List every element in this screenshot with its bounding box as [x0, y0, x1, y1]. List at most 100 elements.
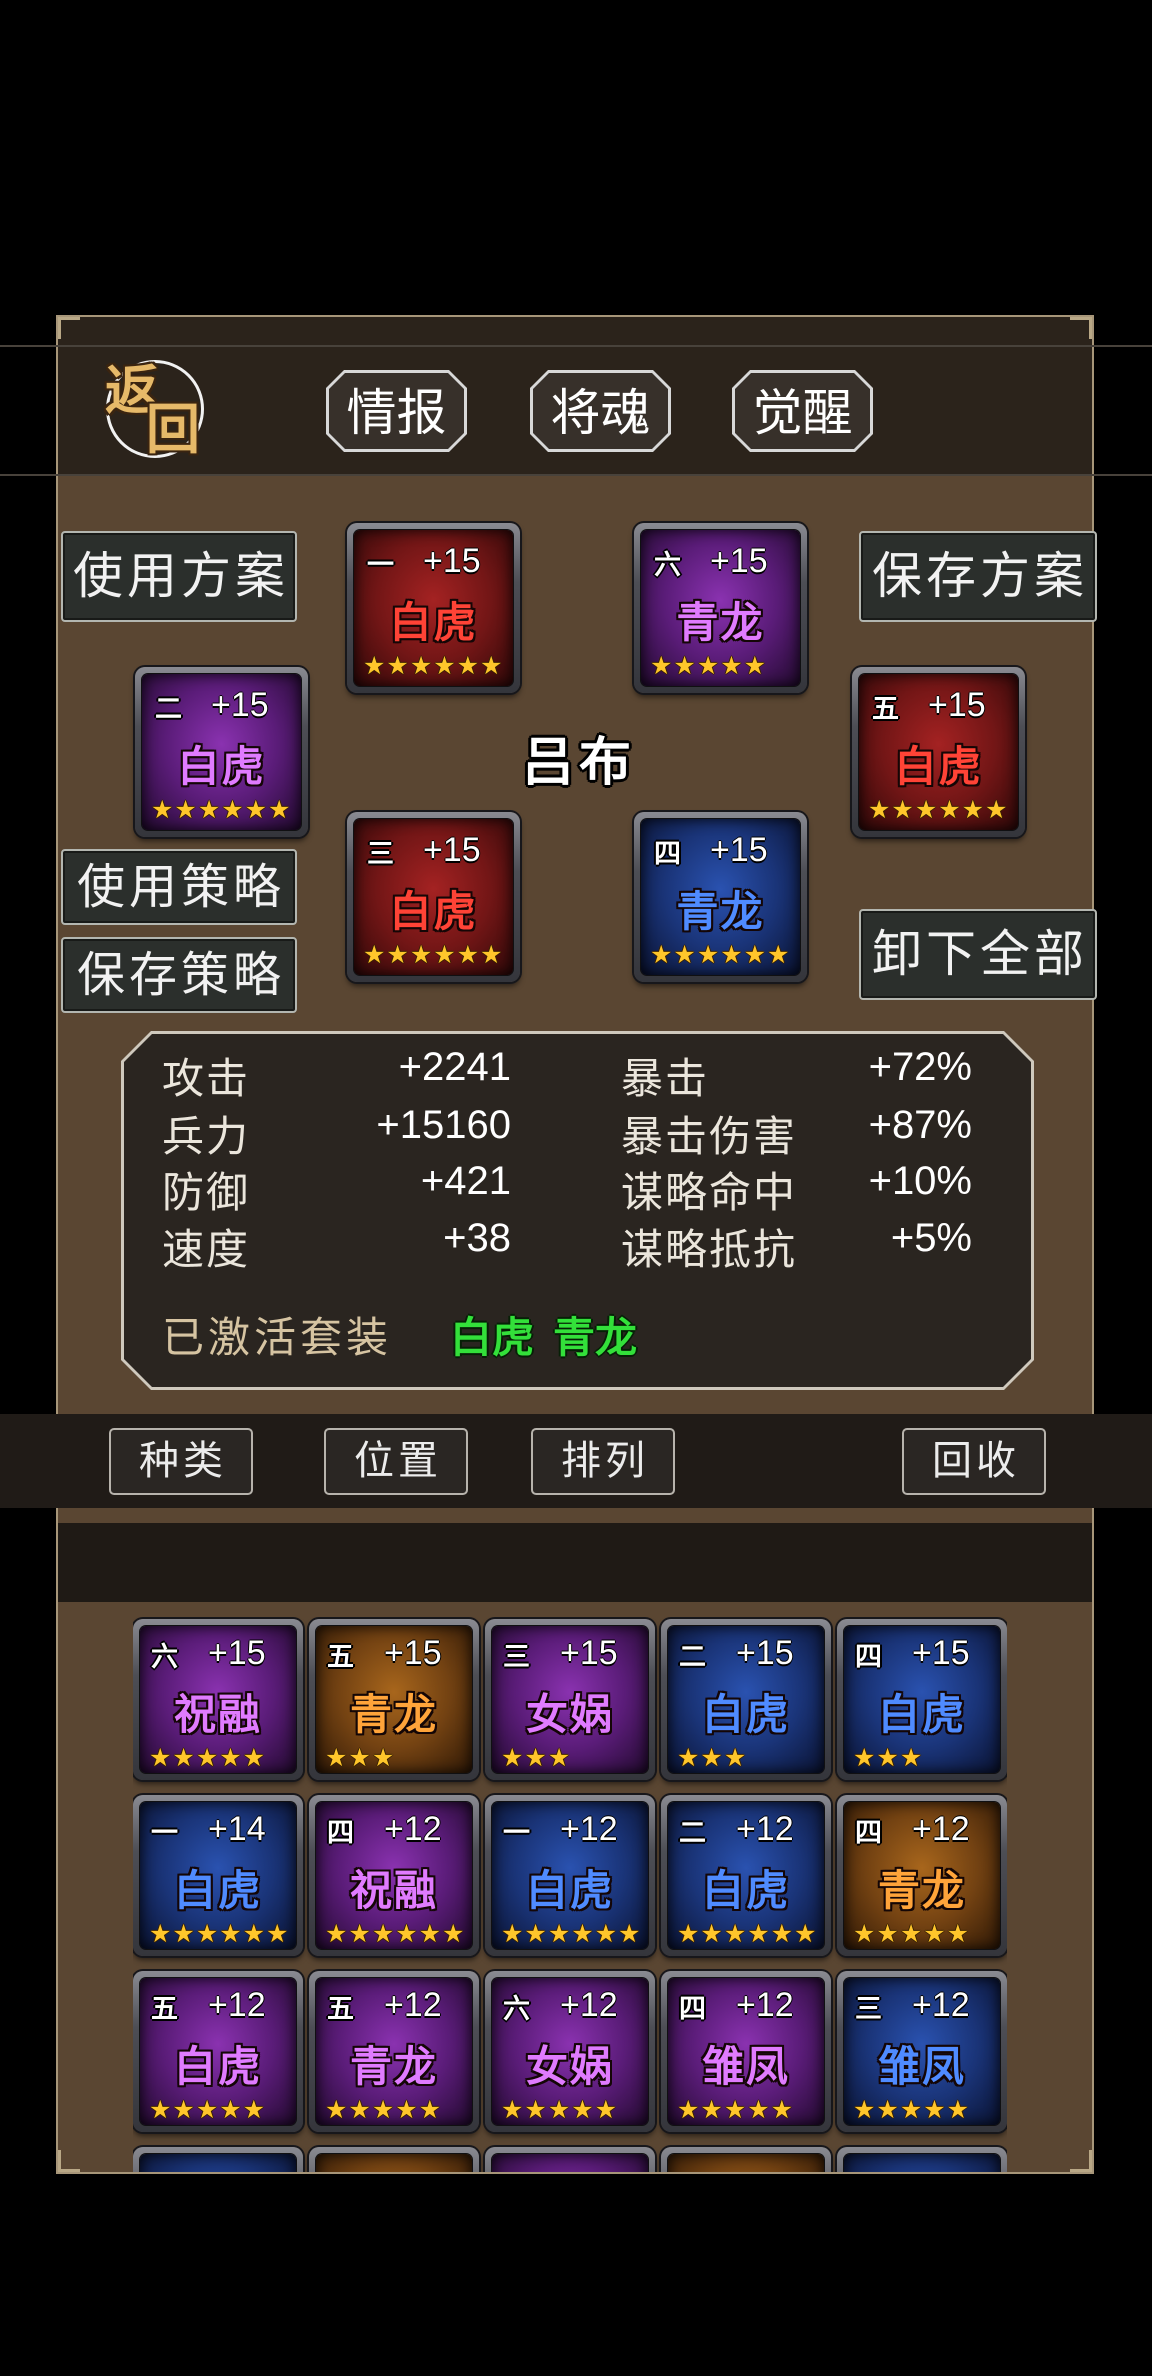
inventory-gem-card[interactable]: 四 +12 青龙 ★★★★★	[837, 1795, 1007, 1956]
inventory-gem-card[interactable]: 一 +14 白虎 ★★★★★★	[133, 1795, 303, 1956]
tab-label: 情报	[346, 384, 447, 442]
sort-button[interactable]: 排列	[531, 1428, 675, 1495]
save-plan-button[interactable]: 保存方案	[859, 531, 1097, 622]
tab-awaken[interactable]: 觉醒	[732, 370, 873, 452]
gem-slot-numeral: 二	[679, 1642, 706, 1673]
inventory-gem-card[interactable]: 四 +15 白虎 ★★★	[837, 1619, 1007, 1780]
stat-value: +10%	[868, 1159, 972, 1203]
inventory-gem-card[interactable]: 三 +12 雏凤 ★★★★★	[837, 1971, 1007, 2132]
inventory-gem-card[interactable]	[309, 2147, 479, 2172]
stat-value: +87%	[868, 1103, 972, 1147]
active-set-label: 已激活套装	[162, 1313, 393, 1362]
star-rating: ★★★★★	[650, 651, 768, 680]
use-plan-button[interactable]: 使用方案	[61, 531, 297, 622]
star-rating: ★★★★★	[853, 1919, 971, 1948]
slot-filter-button[interactable]: 位置	[324, 1428, 468, 1495]
tab-intel[interactable]: 情报	[326, 370, 467, 452]
inventory-gem-card[interactable]: 一 +12 白虎 ★★★★★★	[485, 1795, 655, 1956]
gem-enhance-level: +12	[560, 1810, 618, 1848]
equipped-gem-slot-4[interactable]: 四 +15 青龙 ★★★★★★	[634, 812, 807, 982]
star-rating: ★★★	[325, 1743, 396, 1772]
corner-ornament	[58, 317, 80, 339]
equipped-gem-slot-2[interactable]: 二 +15 白虎 ★★★★★★	[135, 667, 308, 837]
inventory-gem-card[interactable]: 四 +12 雏凤 ★★★★★	[661, 1971, 831, 2132]
gem-enhance-level: +15	[710, 542, 768, 580]
gem-slot-numeral: 一	[367, 550, 394, 581]
stat-value: +72%	[868, 1045, 972, 1089]
gem-enhance-level: +15	[423, 542, 481, 580]
gem-slot-numeral: 二	[155, 694, 182, 725]
back-label-bottom: 回	[146, 398, 200, 461]
gem-set-name: 女娲	[525, 2042, 614, 2091]
gem-enhance-level: +15	[928, 686, 986, 724]
star-rating: ★★★★★★	[363, 651, 504, 680]
gem-set-name: 雏凤	[701, 2042, 790, 2091]
unequip-all-button[interactable]: 卸下全部	[859, 909, 1097, 1000]
star-rating: ★★★★★★	[677, 1919, 818, 1948]
gem-slot-numeral: 一	[151, 1818, 178, 1849]
gem-enhance-level: +15	[384, 1634, 442, 1672]
use-strategy-button[interactable]: 使用策略	[61, 849, 297, 925]
gem-set-name: 青龙	[877, 1866, 966, 1915]
inventory-gem-card[interactable]: 五 +12 青龙 ★★★★★	[309, 1971, 479, 2132]
recycle-button[interactable]: 回收	[902, 1428, 1046, 1495]
stat-value: +2241	[398, 1045, 511, 1089]
star-rating: ★★★★★★	[325, 1919, 466, 1948]
gem-slot-numeral: 一	[503, 1818, 530, 1849]
inventory-gem-card[interactable]	[485, 2147, 655, 2172]
active-set-name: 白虎	[450, 1313, 535, 1362]
gem-set-name: 青龙	[349, 2042, 438, 2091]
gem-set-name: 祝融	[349, 1866, 438, 1915]
inventory-gem-card[interactable]: 四 +12 祝融 ★★★★★★	[309, 1795, 479, 1956]
header-divider-bottom	[0, 474, 1152, 476]
gem-enhance-level: +12	[384, 1986, 442, 2024]
inventory-grid[interactable]: 六 +15 祝融 ★★★★★ 五 +15 青龙 ★★★ 三 +15 女娲 ★★★ 二 +15 白虎 ★★★ 四 +…	[133, 1617, 1007, 2172]
stat-value: +38	[443, 1216, 511, 1260]
star-rating: ★★★	[677, 1743, 748, 1772]
inventory-gem-card[interactable]: 六 +15 祝融 ★★★★★	[133, 1619, 303, 1780]
gem-enhance-level: +15	[560, 1634, 618, 1672]
gem-set-name: 雏凤	[877, 2042, 966, 2091]
star-rating: ★★★★★	[149, 1743, 267, 1772]
inventory-gem-card[interactable]: 二 +12 白虎 ★★★★★★	[661, 1795, 831, 1956]
inventory-gem-card[interactable]: 六 +12 女娲 ★★★★★	[485, 1971, 655, 2132]
equipped-gem-slot-3[interactable]: 三 +15 白虎 ★★★★★★	[347, 812, 520, 982]
equipped-gem-slot-5[interactable]: 五 +15 白虎 ★★★★★★	[852, 667, 1025, 837]
inventory-gem-card[interactable]	[837, 2147, 1007, 2172]
corner-ornament	[1070, 317, 1092, 339]
header-divider-top	[0, 345, 1152, 347]
gem-slot-numeral: 五	[151, 1994, 178, 2025]
gem-slot-numeral: 四	[679, 1994, 706, 2025]
gem-set-name: 白虎	[701, 1866, 790, 1915]
gem-slot-numeral: 六	[503, 1994, 530, 2025]
stat-value: +421	[420, 1159, 511, 1203]
back-button[interactable]: 返 回	[100, 356, 210, 466]
inventory-gem-card[interactable]: 五 +15 青龙 ★★★	[309, 1619, 479, 1780]
tab-general-soul[interactable]: 将魂	[530, 370, 671, 452]
inventory-gem-card[interactable]: 五 +12 白虎 ★★★★★	[133, 1971, 303, 2132]
inventory-gem-card[interactable]	[661, 2147, 831, 2172]
inventory-gem-card[interactable]: 二 +15 白虎 ★★★	[661, 1619, 831, 1780]
gem-set-name: 祝融	[173, 1690, 262, 1739]
star-rating: ★★★★★	[677, 2095, 795, 2124]
gem-slot-numeral: 五	[327, 1994, 354, 2025]
tab-label: 觉醒	[752, 384, 853, 442]
equipped-gem-slot-6[interactable]: 六 +15 青龙 ★★★★★	[634, 523, 807, 693]
save-strategy-button[interactable]: 保存策略	[61, 937, 297, 1013]
star-rating: ★★★★★★	[363, 940, 504, 969]
category-filter-button[interactable]: 种类	[109, 1428, 253, 1495]
star-rating: ★★★★★★	[151, 795, 292, 824]
stat-value: +15160	[376, 1103, 511, 1147]
inventory-gem-card[interactable]: 三 +15 女娲 ★★★	[485, 1619, 655, 1780]
corner-ornament	[58, 2150, 80, 2172]
star-rating: ★★★★★	[501, 2095, 619, 2124]
gem-enhance-level: +15	[736, 1634, 794, 1672]
gem-slot-numeral: 四	[855, 1818, 882, 1849]
gem-enhance-level: +12	[912, 1986, 970, 2024]
stat-label: 防御	[162, 1168, 251, 1217]
gem-enhance-level: +15	[208, 1634, 266, 1672]
inventory-gem-card[interactable]	[133, 2147, 303, 2172]
gem-enhance-level: +14	[208, 1810, 266, 1848]
tab-label: 将魂	[550, 384, 651, 442]
equipped-gem-slot-1[interactable]: 一 +15 白虎 ★★★★★★	[347, 523, 520, 693]
